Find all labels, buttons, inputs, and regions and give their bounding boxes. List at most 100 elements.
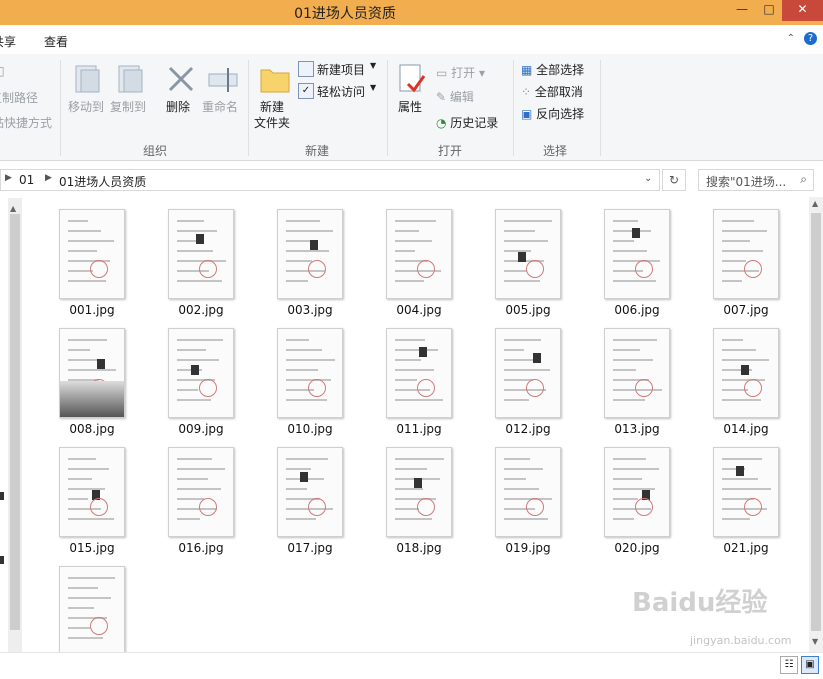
file-thumbnail	[168, 328, 234, 418]
file-name: 009.jpg	[178, 422, 224, 436]
file-item[interactable]	[37, 554, 147, 662]
close-button[interactable]: ✕	[782, 0, 823, 21]
file-thumbnail	[277, 447, 343, 537]
help-icon[interactable]: ?	[804, 32, 817, 45]
file-thumbnail	[386, 328, 452, 418]
tab-view[interactable]: 查看	[44, 33, 68, 50]
select-all-button[interactable]: ▦ 全部选择	[521, 61, 584, 78]
file-item[interactable]: 014.jpg	[691, 316, 801, 436]
vertical-scrollbar[interactable]: ▲ ▼	[809, 197, 823, 652]
file-item[interactable]: 020.jpg	[582, 435, 692, 555]
open-group-label: 打开	[438, 144, 463, 158]
copy-to-label: 复制到	[110, 100, 147, 114]
file-name: 021.jpg	[723, 541, 769, 555]
file-item[interactable]: 009.jpg	[146, 316, 256, 436]
file-name: 005.jpg	[505, 303, 551, 317]
search-icon: ⌕	[800, 172, 807, 186]
file-thumbnail	[386, 447, 452, 537]
scroll-up-icon[interactable]: ▲	[812, 199, 818, 208]
file-item[interactable]: 001.jpg	[37, 197, 147, 317]
search-box[interactable]: 搜索"01进场... ⌕	[698, 169, 814, 191]
file-item[interactable]: 004.jpg	[364, 197, 474, 317]
file-name: 007.jpg	[723, 303, 769, 317]
details-view-button[interactable]: ☷	[780, 656, 798, 674]
new-item-label: 新建项目	[317, 63, 366, 77]
move-to-icon	[75, 65, 100, 93]
file-name: 020.jpg	[614, 541, 660, 555]
properties-button[interactable]: 属性	[394, 60, 428, 130]
copy-to-button[interactable]: 复制到	[108, 60, 148, 130]
file-item[interactable]: 010.jpg	[255, 316, 365, 436]
ribbon-collapse-icon[interactable]: ⌃	[787, 33, 795, 44]
new-folder-label-line2: 文件夹	[254, 116, 291, 130]
file-item[interactable]: 013.jpg	[582, 316, 692, 436]
maximize-button[interactable]: □	[756, 0, 782, 21]
file-name: 013.jpg	[614, 422, 660, 436]
watermark: Baidu经验	[632, 588, 768, 618]
new-folder-label-line1: 新建	[260, 100, 285, 114]
tab-share[interactable]: 共享	[0, 33, 16, 50]
file-name: 004.jpg	[396, 303, 442, 317]
details-view-icon: ☷	[784, 659, 794, 670]
file-thumbnail	[713, 447, 779, 537]
file-name: 018.jpg	[396, 541, 442, 555]
file-item[interactable]: 012.jpg	[473, 316, 583, 436]
select-none-button[interactable]: ⁘ 全部取消	[521, 83, 583, 100]
scrollbar-thumb[interactable]	[811, 213, 821, 631]
breadcrumb-arrow-icon: ▶	[5, 173, 12, 183]
file-name: 002.jpg	[178, 303, 224, 317]
edit-button[interactable]: ✎ 编辑	[436, 88, 474, 105]
file-thumbnail	[277, 328, 343, 418]
file-item[interactable]: 021.jpg	[691, 435, 801, 555]
history-icon: ◔	[436, 116, 451, 130]
easy-access-button[interactable]: ✓ 轻松访问 ▼	[298, 82, 380, 100]
address-bar[interactable]: ▶ 01 ▶ 01进场人员资质 ⌄	[0, 169, 660, 191]
file-item[interactable]: 011.jpg	[364, 316, 474, 436]
large-icons-view-button[interactable]: ▣	[801, 656, 819, 674]
search-input[interactable]: 搜索"01进场...	[706, 173, 786, 190]
folder-icon	[260, 69, 290, 93]
file-item[interactable]: 019.jpg	[473, 435, 583, 555]
file-name: 003.jpg	[287, 303, 333, 317]
open-button[interactable]: ▭ 打开 ▾	[436, 64, 485, 81]
scrollbar-thumb[interactable]	[10, 214, 20, 630]
copy-path-button[interactable]: 复制路径	[0, 89, 38, 106]
refresh-button[interactable]: ↻	[662, 169, 686, 191]
address-dropdown-icon[interactable]: ⌄	[644, 173, 652, 184]
file-item[interactable]: 008.jpg	[37, 316, 147, 436]
history-button[interactable]: ◔ 历史记录	[436, 114, 498, 131]
file-item[interactable]: 007.jpg	[691, 197, 801, 317]
file-item[interactable]: 016.jpg	[146, 435, 256, 555]
file-item[interactable]: 018.jpg	[364, 435, 474, 555]
file-item[interactable]: 006.jpg	[582, 197, 692, 317]
file-item[interactable]: 017.jpg	[255, 435, 365, 555]
file-name: 008.jpg	[69, 422, 115, 436]
move-to-button[interactable]: 移动到	[66, 60, 106, 130]
file-name: 019.jpg	[505, 541, 551, 555]
minimize-button[interactable]: —	[728, 0, 756, 21]
paste-shortcut-button[interactable]: 粘贴快捷方式	[0, 114, 52, 131]
organize-group-label: 组织	[143, 144, 168, 158]
file-thumbnail	[168, 209, 234, 299]
new-item-button[interactable]: 新建项目 ▼	[298, 60, 380, 78]
new-folder-button[interactable]: 新建 文件夹	[252, 60, 296, 140]
ribbon-tabs: 共享 查看 ? ⌃	[0, 25, 823, 55]
invert-selection-button[interactable]: ▣ 反向选择	[521, 105, 584, 122]
breadcrumb-item[interactable]: 01进场人员资质	[59, 173, 146, 190]
scroll-up-icon[interactable]: ▲	[10, 204, 16, 213]
delete-button[interactable]: 删除	[162, 60, 198, 130]
scroll-down-icon[interactable]: ▼	[812, 637, 818, 646]
refresh-icon: ↻	[668, 173, 680, 187]
rename-button[interactable]: 重命名	[202, 60, 242, 130]
breadcrumb-item[interactable]: 01	[19, 173, 34, 187]
file-item[interactable]: 015.jpg	[37, 435, 147, 555]
delete-icon	[168, 66, 194, 92]
delete-label: 删除	[166, 100, 191, 114]
file-name: 016.jpg	[178, 541, 224, 555]
file-thumbnail	[495, 447, 561, 537]
file-item[interactable]: 003.jpg	[255, 197, 365, 317]
file-name: 017.jpg	[287, 541, 333, 555]
file-item[interactable]: 002.jpg	[146, 197, 256, 317]
file-item[interactable]: 005.jpg	[473, 197, 583, 317]
navigation-scrollbar[interactable]: ▲	[8, 198, 22, 668]
